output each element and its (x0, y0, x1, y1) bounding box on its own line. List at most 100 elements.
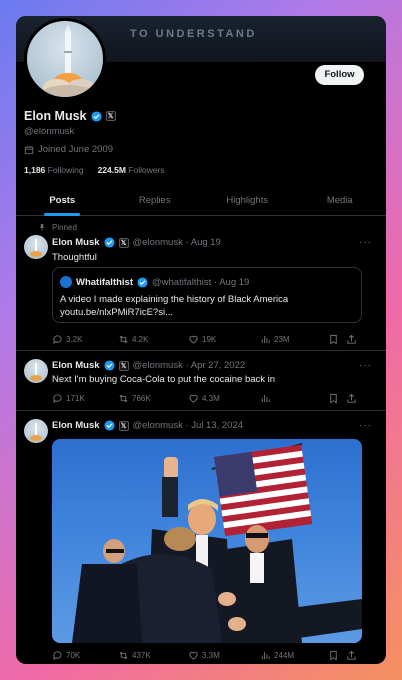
tweet-header: Elon Musk 𝕏 @elonmusk · Jul 13, 2024 (52, 420, 243, 431)
tweet-actions: 70K 437K 3.3M 244M (52, 650, 362, 661)
more-options-icon[interactable]: ··· (359, 420, 372, 431)
share-button[interactable] (346, 334, 357, 345)
profile-tabs: Posts Replies Highlights Media (16, 188, 386, 216)
followers-link[interactable]: 224.5M Followers (98, 165, 165, 175)
bookmark-button[interactable] (328, 650, 346, 661)
views-count: 23M (274, 335, 290, 344)
banner-text: TO UNDERSTAND (130, 28, 257, 40)
views-count: 244M (274, 651, 295, 660)
following-count: 1,186 (24, 165, 46, 175)
like-count: 19K (202, 335, 217, 344)
tab-media[interactable]: Media (294, 188, 387, 215)
tweet-header: Elon Musk 𝕏 @elonmusk · Aug 19 (52, 237, 221, 248)
reply-button[interactable]: 3.2K (52, 334, 118, 345)
reply-icon (53, 394, 62, 404)
rocket-avatar-icon (30, 423, 42, 441)
verified-badge-icon[interactable] (90, 110, 102, 122)
repost-button[interactable]: 766K (118, 393, 188, 404)
reply-icon (53, 651, 62, 661)
pinned-indicator: Pinned (38, 223, 77, 232)
profile-avatar[interactable] (24, 18, 106, 100)
repost-button[interactable]: 437K (118, 650, 188, 661)
reply-icon (53, 335, 62, 345)
bookmark-button[interactable] (328, 334, 346, 345)
tweet-meta: @elonmusk · Apr 27, 2022 (132, 360, 246, 371)
reply-count: 171K (66, 394, 85, 403)
like-button[interactable]: 3.3M (188, 650, 260, 661)
tweet-author-name[interactable]: Elon Musk (52, 420, 100, 431)
tab-replies[interactable]: Replies (109, 188, 202, 215)
tweet-coca-cola[interactable]: Elon Musk 𝕏 @elonmusk · Apr 27, 2022 ···… (16, 351, 386, 411)
reply-button[interactable]: 171K (52, 393, 118, 404)
following-link[interactable]: 1,186 Following (24, 165, 84, 175)
views-chart-icon (261, 335, 270, 344)
joined-text: Joined June 2009 (38, 144, 114, 155)
tweet-actions: 3.2K 4.2K 19K 23M (52, 334, 362, 345)
quote-text: A video I made explaining the history of… (60, 293, 288, 319)
quote-avatar (60, 276, 72, 288)
bookmark-icon (330, 334, 337, 345)
heart-icon (189, 651, 198, 660)
calendar-icon (24, 145, 34, 154)
share-icon (347, 334, 356, 344)
tweet-author-name[interactable]: Elon Musk (52, 237, 100, 248)
repost-icon (119, 335, 128, 344)
tweet-avatar[interactable] (24, 235, 48, 259)
reply-count: 70K (66, 651, 81, 660)
bookmark-button[interactable] (328, 393, 346, 404)
like-count: 4.3M (202, 394, 220, 403)
like-button[interactable]: 4.3M (188, 393, 260, 404)
rocket-launch-image (42, 24, 95, 97)
tab-posts[interactable]: Posts (16, 188, 109, 215)
like-count: 3.3M (202, 651, 220, 660)
quote-link[interactable]: youtu.be/nlxPMiR7icE?si... (60, 306, 288, 319)
x-affiliation-icon[interactable]: 𝕏 (105, 111, 116, 121)
tweet-pinned[interactable]: Pinned Elon Musk 𝕏 @elonmusk · Aug 19 ··… (16, 217, 386, 351)
profile-window: TO UNDERSTAND Follow Elon Musk 𝕏 @elonmu… (16, 16, 386, 664)
profile-name: Elon Musk (24, 109, 87, 123)
tweet-header: Elon Musk 𝕏 @elonmusk · Apr 27, 2022 (52, 360, 245, 371)
views-button[interactable]: 244M (260, 650, 328, 661)
repost-button[interactable]: 4.2K (118, 334, 188, 345)
tweet-avatar[interactable] (24, 359, 48, 383)
tweet-photo[interactable]: Elon Musk 𝕏 @elonmusk · Jul 13, 2024 ··· (16, 411, 386, 664)
like-button[interactable]: 19K (188, 334, 260, 345)
views-chart-icon (261, 394, 270, 403)
x-affiliation-icon: 𝕏 (118, 420, 129, 431)
tweet-author-name[interactable]: Elon Musk (52, 360, 100, 371)
followers-label: Followers (128, 165, 165, 175)
quoted-tweet[interactable]: Whatifalthist @whatifalthist · Aug 19 A … (52, 267, 362, 323)
views-chart-icon (261, 651, 270, 660)
tab-highlights[interactable]: Highlights (201, 188, 294, 215)
quote-header: Whatifalthist @whatifalthist · Aug 19 (60, 276, 249, 288)
x-affiliation-icon: 𝕏 (118, 237, 129, 248)
share-icon (347, 650, 356, 660)
joined-date: Joined June 2009 (24, 144, 113, 155)
tweet-actions: 171K 766K 4.3M (52, 393, 362, 404)
quote-meta: @whatifalthist · Aug 19 (152, 276, 250, 288)
heart-icon (189, 394, 198, 403)
followers-count: 224.5M (97, 165, 126, 175)
quote-author-name: Whatifalthist (76, 276, 133, 288)
share-button[interactable] (346, 393, 357, 404)
pin-icon (39, 224, 45, 231)
tweet-text: Next I'm buying Coca-Cola to put the coc… (52, 374, 276, 385)
repost-icon (119, 651, 128, 660)
tweet-avatar[interactable] (24, 419, 48, 443)
repost-count: 4.2K (132, 335, 149, 344)
share-button[interactable] (346, 650, 357, 661)
reply-button[interactable]: 70K (52, 650, 118, 661)
more-options-icon[interactable]: ··· (359, 237, 372, 248)
rally-photo (72, 443, 362, 643)
verified-badge-icon (137, 276, 148, 288)
rocket-avatar-icon (30, 239, 42, 257)
profile-handle: @elonmusk (24, 126, 75, 137)
tweet-photo-image[interactable] (52, 439, 362, 643)
follow-button[interactable]: Follow (315, 65, 364, 85)
profile-name-row: Elon Musk 𝕏 (24, 109, 116, 123)
views-button[interactable] (260, 393, 328, 404)
following-label: Following (47, 165, 84, 175)
views-button[interactable]: 23M (260, 334, 328, 345)
tweet-meta: @elonmusk · Aug 19 (132, 237, 221, 248)
more-options-icon[interactable]: ··· (359, 360, 372, 371)
